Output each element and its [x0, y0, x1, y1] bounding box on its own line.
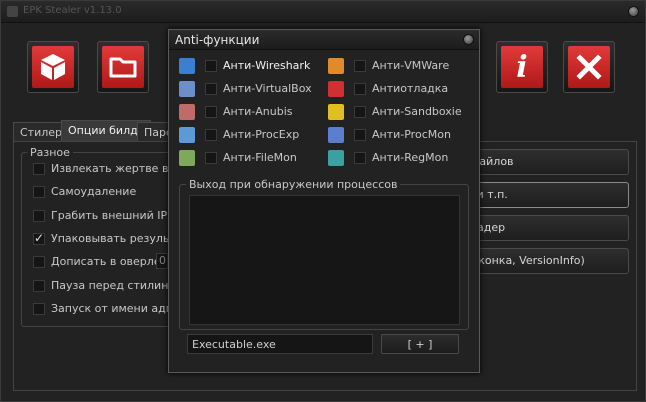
- pause-before-stealing-checkbox[interactable]: [33, 280, 45, 292]
- anti-debug-checkbox[interactable]: [354, 83, 366, 95]
- grab-external-ip-checkbox[interactable]: [33, 210, 45, 222]
- anti-procmon-label: Анти-ProcMon: [372, 128, 451, 141]
- exit-button[interactable]: [563, 41, 615, 93]
- info-icon: i: [501, 46, 543, 88]
- filemon-icon: [179, 150, 195, 166]
- sandboxie-icon: [328, 104, 344, 120]
- anti-functions-dialog: Anti-функции Анти-Wireshark Анти-Virtual…: [168, 29, 480, 373]
- bug-icon: [328, 81, 344, 97]
- anti-filemon-label: Анти-FileMon: [223, 151, 297, 164]
- cube-icon: [32, 46, 74, 88]
- folder-icon: [102, 46, 144, 88]
- extract-to-label: Извлекать жертве в:: [51, 162, 173, 175]
- right-button-files[interactable]: файлов: [463, 149, 629, 175]
- dialog-close-button[interactable]: [463, 34, 474, 45]
- anti-debug-label: Антиотладка: [372, 82, 449, 95]
- info-button[interactable]: i: [496, 41, 548, 93]
- dialog-title: Anti-функции: [175, 33, 260, 47]
- add-process-button[interactable]: [ + ]: [381, 334, 459, 354]
- process-exit-legend: Выход при обнаружении процессов: [186, 178, 401, 191]
- window-title: EPK Stealer v1.13.0: [23, 5, 122, 16]
- window-close-button[interactable]: [628, 6, 639, 17]
- anti-regmon-checkbox[interactable]: [354, 152, 366, 164]
- anti-procexp-label: Анти-ProcExp: [223, 128, 300, 141]
- procmon-icon: [328, 127, 344, 143]
- process-list[interactable]: [189, 195, 460, 325]
- right-button-loader[interactable]: радер: [463, 215, 629, 241]
- anti-procexp-checkbox[interactable]: [205, 129, 217, 141]
- anubis-icon: [179, 104, 195, 120]
- close-icon: [568, 46, 610, 88]
- anti-sandboxie-checkbox[interactable]: [354, 106, 366, 118]
- anti-vmware-checkbox[interactable]: [354, 60, 366, 72]
- anti-wireshark-label: Анти-Wireshark: [223, 59, 311, 72]
- title-bar: EPK Stealer v1.13.0: [1, 1, 645, 23]
- self-delete-checkbox[interactable]: [33, 186, 45, 198]
- dialog-title-bar: Anti-функции: [169, 30, 479, 50]
- vmware-icon: [328, 58, 344, 74]
- misc-options-legend: Разное: [27, 146, 73, 159]
- overlay-value-field[interactable]: 0: [156, 253, 168, 269]
- anti-virtualbox-checkbox[interactable]: [205, 83, 217, 95]
- executable-input[interactable]: [187, 334, 373, 354]
- self-delete-label: Самоудаление: [51, 185, 137, 198]
- anti-procmon-checkbox[interactable]: [354, 129, 366, 141]
- append-overlay-checkbox[interactable]: [33, 256, 45, 268]
- anti-virtualbox-label: Анти-VirtualBox: [223, 82, 312, 95]
- anti-wireshark-checkbox[interactable]: [205, 60, 217, 72]
- append-overlay-label: Дописать в оверлей: [51, 255, 168, 268]
- app-icon: [7, 6, 18, 17]
- right-button-icon-versioninfo[interactable]: Иконка, VersionInfo): [463, 248, 629, 274]
- procexp-icon: [179, 127, 195, 143]
- run-as-admin-checkbox[interactable]: [33, 303, 45, 315]
- anti-vmware-label: Анти-VMWare: [372, 59, 450, 72]
- anti-sandboxie-label: Анти-Sandboxie: [372, 105, 462, 118]
- open-folder-button[interactable]: [97, 41, 149, 93]
- extract-to-checkbox[interactable]: [33, 163, 45, 175]
- anti-regmon-label: Анти-RegMon: [372, 151, 449, 164]
- wireshark-icon: [179, 58, 195, 74]
- main-window: EPK Stealer v1.13.0 i Стилер Опции билда…: [0, 0, 646, 402]
- pack-results-checkbox[interactable]: [33, 231, 45, 245]
- regmon-icon: [328, 150, 344, 166]
- anti-filemon-checkbox[interactable]: [205, 152, 217, 164]
- anti-anubis-checkbox[interactable]: [205, 106, 217, 118]
- build-button[interactable]: [27, 41, 79, 93]
- pack-results-label: Упаковывать результа: [51, 232, 183, 245]
- grab-external-ip-label: Грабить внешний IP: [51, 209, 168, 222]
- anti-anubis-label: Анти-Anubis: [223, 105, 293, 118]
- right-button-etc[interactable]: l и т.п.: [463, 182, 629, 208]
- virtualbox-icon: [179, 81, 195, 97]
